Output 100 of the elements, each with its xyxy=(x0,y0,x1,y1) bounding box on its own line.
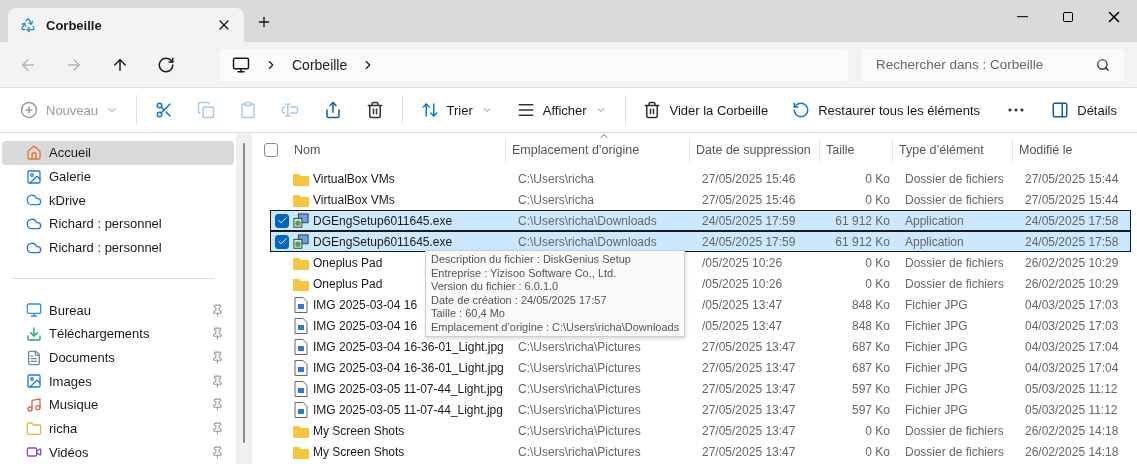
column-header[interactable]: Date de suppression xyxy=(689,138,819,162)
folder-icon xyxy=(293,276,309,291)
date-cell-text: 26/02/2025 14:18 xyxy=(1024,444,1120,459)
sidebar-item[interactable]: Galerie xyxy=(2,164,234,189)
search-icon xyxy=(1096,57,1110,72)
type-cell-text: Fichier JPG xyxy=(904,381,969,396)
more-icon xyxy=(1007,108,1024,112)
menu-button[interactable]: Afficher xyxy=(506,94,617,126)
sidebar-item[interactable]: Téléchargements xyxy=(2,322,234,346)
details-pane-icon xyxy=(1051,101,1070,119)
row-checkbox[interactable] xyxy=(275,234,289,249)
tooltip-line: Description du fichier : DiskGenius Setup xyxy=(431,253,632,267)
plus-circle-icon xyxy=(20,101,38,119)
toolbar-button[interactable]: Vider la Corbeille xyxy=(633,94,779,126)
size-cell-text: 597 Ko xyxy=(850,402,891,417)
refresh-icon xyxy=(157,55,175,74)
date-cell-text: 04/03/2025 17:03 xyxy=(1024,297,1120,312)
minimize-icon xyxy=(1016,16,1028,18)
file-name: DGEngSetup6011645.exe xyxy=(313,213,453,228)
date-cell-text: /05/2025 10:26 xyxy=(701,276,784,291)
column-header[interactable]: Taille xyxy=(819,138,892,162)
sidebar-item[interactable]: Richard : personnel xyxy=(2,212,234,236)
sidebar-item[interactable]: Documents xyxy=(2,345,234,370)
sidebar-item[interactable]: Bureau xyxy=(2,298,234,322)
row-checkbox[interactable] xyxy=(275,213,289,228)
selected-row[interactable]: DGEngSetup6011645.exe C:\Users\richa\Downloads 24/05/2025 17:59 61 912 Ko Application 24/05/2025 17:58 xyxy=(270,231,1131,252)
size-cell-text: 848 Ko xyxy=(850,297,891,312)
date-cell-text: 04/03/2025 17:04 xyxy=(1024,360,1120,375)
location-cell-text: C:\Users\richa\Pictures xyxy=(517,444,642,459)
sidebar-item[interactable]: kDrive xyxy=(2,188,234,212)
browser-tab[interactable]: Corbeille xyxy=(8,8,244,42)
sidebar-item[interactable]: Vidéos xyxy=(2,440,234,464)
size-cell-text: 61 912 Ko xyxy=(834,234,891,249)
column-header[interactable]: Emplacement d’origine xyxy=(505,138,689,162)
sidebar-item[interactable]: Musique xyxy=(2,393,234,417)
image-file-icon xyxy=(294,359,308,376)
date-cell-text: /05/2025 13:47 xyxy=(701,318,784,333)
column-header[interactable]: Nom xyxy=(288,138,505,162)
size-cell-text: 0 Ko xyxy=(864,255,891,270)
recycle-bin-icon xyxy=(20,17,36,33)
image-file-icon xyxy=(294,380,308,397)
document-icon xyxy=(26,349,42,366)
size-cell-text: 0 Ko xyxy=(864,423,891,438)
select-all-checkbox[interactable] xyxy=(264,143,278,157)
date-cell-text: /05/2025 13:47 xyxy=(701,297,784,312)
sidebar-item[interactable]: Images xyxy=(2,369,234,394)
location-cell-text: C:\Users\richa\Pictures xyxy=(517,402,642,417)
image-file-icon xyxy=(294,338,308,355)
tab-title: Corbeille xyxy=(46,17,103,33)
size-cell-text: 0 Ko xyxy=(864,444,891,459)
location-cell-text: C:\Users\richa xyxy=(517,171,595,186)
location-cell-text: C:\Users\richa\Pictures xyxy=(517,360,642,375)
file-name: Oneplus Pad xyxy=(313,255,383,270)
date-cell-text: 27/05/2025 13:47 xyxy=(701,339,797,354)
date-cell-text: 27/05/2025 15:44 xyxy=(1024,192,1120,207)
plus-icon xyxy=(256,14,272,30)
file-name: IMG 2025-03-04 16 xyxy=(313,318,418,333)
details-button[interactable]: Détails xyxy=(1041,94,1127,126)
toolbar-button[interactable]: Restaurer tous les éléments xyxy=(782,94,991,126)
type-cell-text: Dossier de fichiers xyxy=(904,276,1005,291)
folder-icon xyxy=(293,192,309,207)
maximize-icon xyxy=(1062,11,1074,23)
column-header[interactable]: Type d’élément xyxy=(892,138,1012,162)
date-cell-text: 27/05/2025 13:47 xyxy=(701,402,797,417)
address-bar[interactable]: Corbeille xyxy=(220,48,848,81)
sidebar-item[interactable]: richa xyxy=(2,416,234,441)
size-cell-text: 687 Ko xyxy=(850,360,891,375)
rename-icon xyxy=(281,101,300,119)
installer-icon xyxy=(293,233,309,250)
copy-icon xyxy=(197,101,216,119)
date-cell-text: 27/05/2025 15:46 xyxy=(701,171,797,186)
menu-button[interactable]: Trier xyxy=(410,94,503,126)
file-name: My Screen Shots xyxy=(313,444,405,459)
folder-icon xyxy=(293,255,309,270)
scrollbar[interactable] xyxy=(236,133,252,464)
date-cell-text: 24/05/2025 17:58 xyxy=(1024,234,1120,249)
search-field[interactable]: Rechercher dans : Corbeille xyxy=(862,48,1124,81)
type-cell-text: Fichier JPG xyxy=(904,402,969,417)
type-cell-text: Fichier JPG xyxy=(904,339,969,354)
date-cell-text: 27/05/2025 13:47 xyxy=(701,360,797,375)
sidebar-item[interactable]: Accueil xyxy=(2,141,234,165)
image-file-icon xyxy=(294,317,308,334)
sidebar-item[interactable]: Richard : personnel xyxy=(2,235,234,260)
date-cell-text: /05/2025 10:26 xyxy=(701,255,784,270)
size-cell-text: 597 Ko xyxy=(850,381,891,396)
type-cell-text: Application xyxy=(904,213,965,228)
selected-row[interactable]: DGEngSetup6011645.exe C:\Users\richa\Downloads 24/05/2025 17:59 61 912 Ko Application 24/05/2025 17:58 xyxy=(270,210,1131,231)
date-cell-text: 26/02/2025 10:29 xyxy=(1024,255,1120,270)
tooltip-line: Version du fichier : 6.0.1.0 xyxy=(431,280,560,294)
tooltip-line: Emplacement d’origine : C:\Users\richa\Downloads xyxy=(431,320,680,334)
type-cell-text: Dossier de fichiers xyxy=(904,423,1005,438)
breadcrumb-item[interactable]: Corbeille xyxy=(292,56,348,73)
gallery-icon xyxy=(26,168,42,185)
file-name: IMG 2025-03-05 11-07-44_Light.jpg xyxy=(313,381,503,396)
date-cell-text: 27/05/2025 13:47 xyxy=(701,444,797,459)
tooltip-line: Entreprise : Yizisoo Software Co., Ltd. xyxy=(431,266,618,280)
type-cell-text: Fichier JPG xyxy=(904,297,969,312)
column-header[interactable]: Modifié le xyxy=(1012,138,1137,162)
home-icon xyxy=(26,144,42,161)
size-cell-text: 0 Ko xyxy=(864,192,891,207)
